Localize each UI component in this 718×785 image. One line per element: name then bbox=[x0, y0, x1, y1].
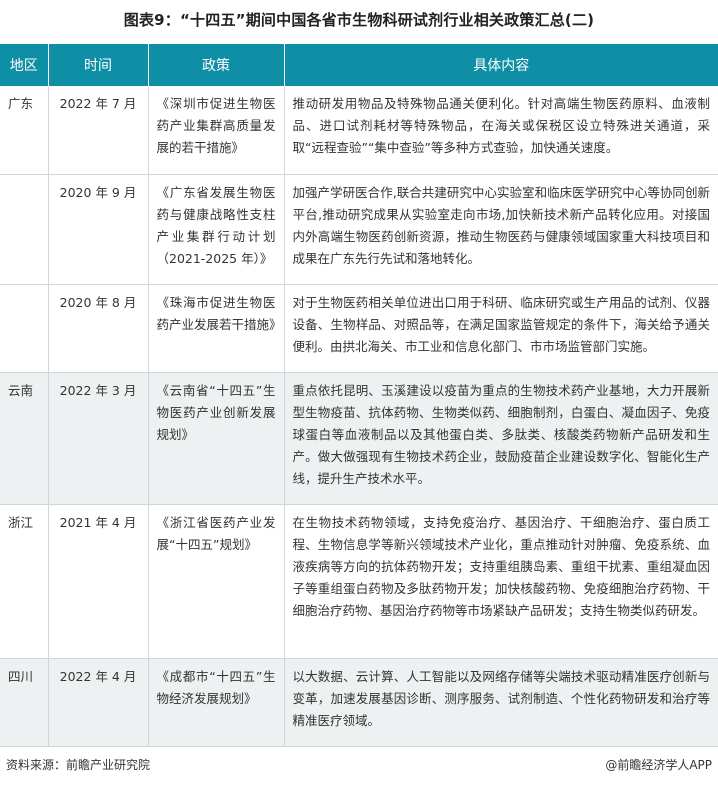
cell-content: 加强产学研医合作,联合共建研究中心实验室和临床医学研究中心等协同创新平台,推动研… bbox=[284, 174, 718, 285]
cell-time: 2022 年 3 月 bbox=[48, 372, 149, 505]
cell-region: 浙江 bbox=[0, 504, 49, 659]
table-row: 云南 2022 年 3 月 《云南省“十四五”生物医药产业创新发展规划》 重点依… bbox=[0, 372, 718, 505]
cell-policy: 《浙江省医药产业发展“十四五”规划》 bbox=[148, 504, 285, 659]
cell-time: 2022 年 4 月 bbox=[48, 658, 149, 747]
chart-title: 图表9：“十四五”期间中国各省市生物科研试剂行业相关政策汇总(二) bbox=[123, 11, 595, 29]
source-note: 资料来源：前瞻产业研究院 bbox=[6, 758, 151, 772]
table-row: 广东 2022 年 7 月 《深圳市促进生物医药产业集群高质量发展的若干措施》 … bbox=[0, 86, 718, 175]
cell-time: 2020 年 8 月 bbox=[48, 284, 149, 373]
table-row: 2020 年 9 月 《广东省发展生物医药与健康战略性支柱产业集群行动计划（20… bbox=[0, 174, 718, 285]
cell-region bbox=[0, 174, 49, 285]
cell-time: 2021 年 4 月 bbox=[48, 504, 149, 659]
table-row: 四川 2022 年 4 月 《成都市“十四五”生物经济发展规划》 以大数据、云计… bbox=[0, 658, 718, 747]
cell-region bbox=[0, 284, 49, 373]
table-header-row: 地区 时间 政策 具体内容 bbox=[0, 44, 718, 86]
brand-text: @前瞻经济学人APP bbox=[605, 758, 712, 772]
header-content: 具体内容 bbox=[284, 44, 718, 86]
cell-time: 2020 年 9 月 bbox=[48, 174, 149, 285]
brand-credit: @前瞻经济学人APP bbox=[605, 756, 712, 773]
cell-policy: 《云南省“十四五”生物医药产业创新发展规划》 bbox=[148, 372, 285, 505]
cell-content: 以大数据、云计算、人工智能以及网络存储等尖端技术驱动精准医疗创新与变革，加速发展… bbox=[284, 658, 718, 747]
cell-content: 重点依托昆明、玉溪建设以疫苗为重点的生物技术药产业基地，大力开展新型生物疫苗、抗… bbox=[284, 372, 718, 505]
table-row: 2020 年 8 月 《珠海市促进生物医药产业发展若干措施》 对于生物医药相关单… bbox=[0, 284, 718, 373]
policy-table: 地区 时间 政策 具体内容 广东 2022 年 7 月 《深圳市促进生物医药产业… bbox=[0, 44, 718, 747]
header-time: 时间 bbox=[48, 44, 149, 86]
cell-region: 四川 bbox=[0, 658, 49, 747]
cell-content: 在生物技术药物领域，支持免疫治疗、基因治疗、干细胞治疗、蛋白质工程、生物信息学等… bbox=[284, 504, 718, 659]
cell-region: 广东 bbox=[0, 86, 49, 175]
table-row: 浙江 2021 年 4 月 《浙江省医药产业发展“十四五”规划》 在生物技术药物… bbox=[0, 504, 718, 659]
cell-policy: 《珠海市促进生物医药产业发展若干措施》 bbox=[148, 284, 285, 373]
cell-content: 推动研发用物品及特殊物品通关便利化。针对高端生物医药原料、血液制品、进口试剂耗材… bbox=[284, 86, 718, 175]
cell-policy: 《深圳市促进生物医药产业集群高质量发展的若干措施》 bbox=[148, 86, 285, 175]
header-region: 地区 bbox=[0, 44, 49, 86]
cell-policy: 《成都市“十四五”生物经济发展规划》 bbox=[148, 658, 285, 747]
cell-time: 2022 年 7 月 bbox=[48, 86, 149, 175]
header-policy: 政策 bbox=[148, 44, 285, 86]
cell-policy: 《广东省发展生物医药与健康战略性支柱产业集群行动计划（2021-2025 年）》 bbox=[148, 174, 285, 285]
cell-region: 云南 bbox=[0, 372, 49, 505]
cell-content: 对于生物医药相关单位进出口用于科研、临床研究或生产用品的试剂、仪器设备、生物样品… bbox=[284, 284, 718, 373]
